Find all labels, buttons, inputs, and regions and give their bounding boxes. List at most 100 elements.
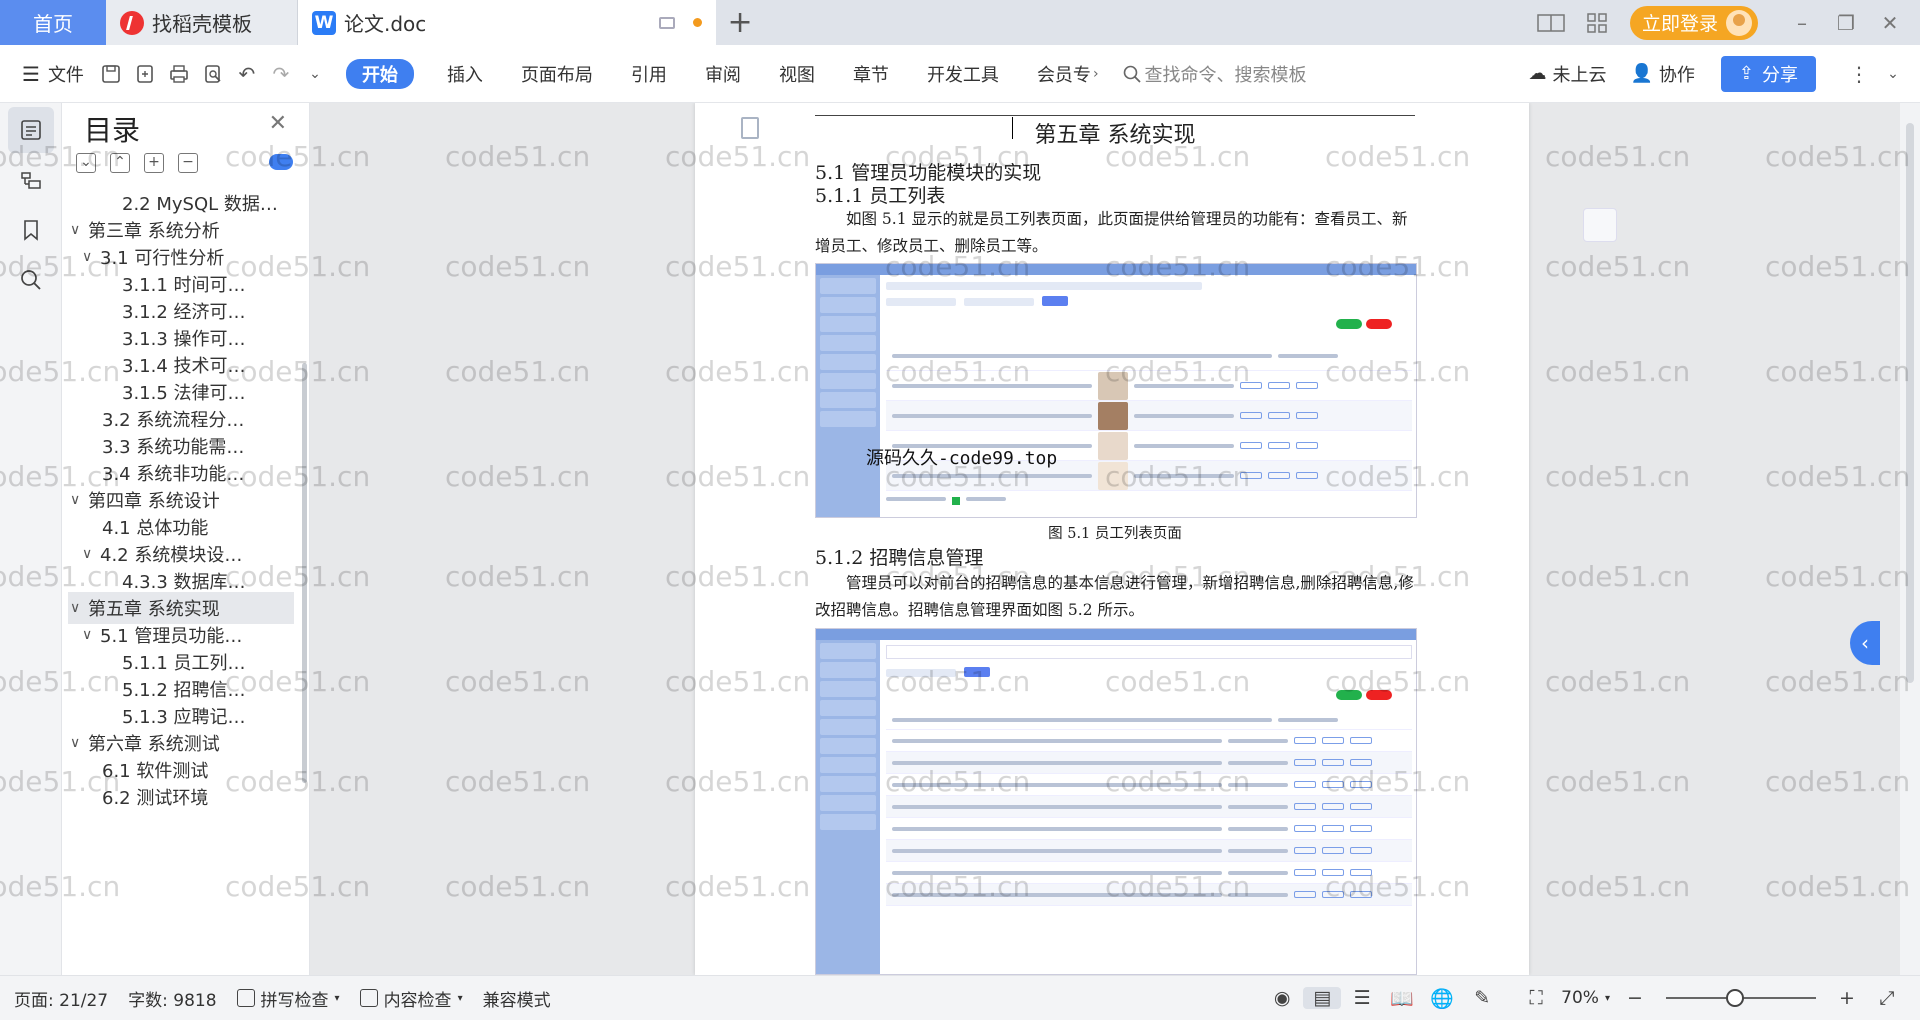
toc-icon bbox=[21, 120, 41, 140]
outline-view-icon[interactable]: ☰ bbox=[1343, 987, 1381, 1009]
new-tab-button[interactable]: + bbox=[716, 0, 764, 45]
restore-button[interactable]: ❐ bbox=[1824, 11, 1868, 35]
bookmark-panel-button[interactable] bbox=[8, 207, 54, 253]
file-menu[interactable]: ☰ 文件 bbox=[18, 61, 94, 87]
toc-scrollbar[interactable] bbox=[302, 363, 307, 783]
bookmark-icon bbox=[24, 220, 38, 241]
dropdown-arrow-icon: ▾ bbox=[457, 992, 463, 1004]
tab-start-label: 开始 bbox=[361, 64, 398, 86]
toc-item-label: 2.2 MySQL 数据… bbox=[122, 194, 278, 215]
tab-home-label: 首页 bbox=[33, 12, 73, 36]
customize-dropdown-icon[interactable]: ⌄ bbox=[298, 57, 332, 91]
pen-icon[interactable]: ✎ bbox=[1463, 987, 1501, 1009]
tab-start[interactable]: 开始 bbox=[345, 58, 414, 89]
app-grid-icon[interactable] bbox=[1574, 0, 1620, 45]
tab-section[interactable]: 章节 bbox=[834, 61, 908, 87]
print-preview-icon[interactable] bbox=[196, 57, 230, 91]
minimize-button[interactable]: – bbox=[1780, 11, 1824, 35]
remove-heading-icon[interactable]: − bbox=[178, 153, 198, 173]
redo-icon[interactable]: ↷ bbox=[264, 57, 298, 91]
page-view-icon[interactable]: ▤ bbox=[1303, 987, 1342, 1009]
toc-list: 2.2 MySQL 数据… ∨ 第三章 系统分析 ∨ 3.1 可行性分析 3.1.1 时间… bbox=[68, 187, 294, 971]
monitor-icon[interactable] bbox=[659, 16, 675, 29]
tab-review-label: 审阅 bbox=[704, 64, 741, 86]
tab-references[interactable]: 引用 bbox=[612, 61, 686, 87]
login-button[interactable]: 立即登录 bbox=[1629, 5, 1758, 40]
login-label: 立即登录 bbox=[1641, 13, 1718, 35]
toc-item-label: 5.1 管理员功能… bbox=[100, 626, 243, 647]
vertical-scrollbar[interactable] bbox=[1900, 103, 1920, 975]
chevron-down-icon[interactable]: ∨ bbox=[82, 546, 100, 562]
fit-page-icon[interactable]: ⛶ bbox=[1517, 987, 1555, 1009]
zoom-dropdown[interactable]: 70% ▾ bbox=[1557, 988, 1614, 1008]
page-indicator-label: 页面: 21/27 bbox=[14, 990, 109, 1011]
outline-icon bbox=[21, 172, 41, 189]
zoom-out-icon[interactable]: − bbox=[1616, 987, 1654, 1009]
scrollbar-thumb[interactable] bbox=[1906, 123, 1914, 683]
page-indicator[interactable]: 页面: 21/27 bbox=[0, 986, 118, 1011]
add-heading-icon[interactable]: + bbox=[144, 153, 164, 173]
zoom-slider[interactable] bbox=[1666, 989, 1816, 1007]
toc-item-label: 5.1.3 应聘记… bbox=[122, 707, 246, 728]
document-page[interactable]: 第五章 系统实现 5.1 管理员功能模块的实现 5.1.1 员工列表 如图 5.… bbox=[695, 103, 1529, 975]
tab-developer[interactable]: 开发工具 bbox=[908, 61, 1018, 87]
chevron-down-icon[interactable]: ∨ bbox=[70, 735, 88, 751]
more-options-icon[interactable]: ⋮ bbox=[1842, 57, 1876, 91]
toc-item[interactable]: 6.2 测试环境 bbox=[68, 781, 294, 813]
collapse-all-icon[interactable]: ⌃ bbox=[110, 153, 130, 173]
command-search[interactable]: 查找命令、搜索模板 bbox=[1123, 61, 1307, 87]
chevron-down-icon[interactable]: ∨ bbox=[70, 222, 88, 238]
find-panel-button[interactable] bbox=[8, 257, 54, 303]
cloud-status[interactable]: ☁ 未上云 bbox=[1516, 61, 1618, 87]
chevron-down-icon[interactable]: ∨ bbox=[82, 627, 100, 643]
tab-home[interactable]: 首页 bbox=[0, 0, 106, 45]
chevron-down-icon[interactable]: ∨ bbox=[70, 492, 88, 508]
reading-layout-icon[interactable] bbox=[1528, 0, 1574, 45]
toc-panel-button[interactable] bbox=[8, 107, 54, 153]
content-check-button[interactable]: 内容检查 ▾ bbox=[350, 986, 473, 1011]
tab-member-label: 会员专 bbox=[1036, 64, 1091, 86]
smart-toolbar-button[interactable] bbox=[1583, 208, 1617, 242]
close-button[interactable]: ✕ bbox=[1868, 11, 1912, 35]
close-icon[interactable]: ✕ bbox=[269, 111, 287, 136]
collab-button[interactable]: 👤 协作 bbox=[1618, 61, 1706, 87]
toc-item-label: 3.1.5 法律可… bbox=[122, 383, 246, 404]
cloud-status-label: 未上云 bbox=[1552, 64, 1607, 86]
spell-check-button[interactable]: 拼写检查 ▾ bbox=[227, 986, 350, 1011]
tab-member[interactable]: 会员专 › bbox=[1018, 61, 1103, 87]
save-icon[interactable] bbox=[94, 57, 128, 91]
web-view-icon[interactable]: 🌐 bbox=[1423, 987, 1461, 1010]
collapse-ribbon-icon[interactable]: ⌄ bbox=[1876, 57, 1910, 91]
share-button[interactable]: ⇪ 分享 bbox=[1720, 55, 1816, 92]
titlebar-right: 立即登录 – ❐ ✕ bbox=[1528, 0, 1920, 45]
undo-icon[interactable]: ↶ bbox=[230, 57, 264, 91]
side-panel-handle[interactable]: ‹ bbox=[1850, 621, 1880, 665]
tab-daoke-templates[interactable]: 找稻壳模板 bbox=[106, 0, 298, 45]
compat-mode-label: 兼容模式 bbox=[482, 990, 551, 1011]
tab-view[interactable]: 视图 bbox=[760, 61, 834, 87]
tab-insert[interactable]: 插入 bbox=[428, 61, 502, 87]
toc-sync-toggle[interactable] bbox=[269, 154, 293, 170]
chevron-down-icon[interactable]: ∨ bbox=[82, 249, 100, 265]
zoom-in-icon[interactable]: + bbox=[1828, 987, 1866, 1009]
fullscreen-icon[interactable]: ⤢ bbox=[1868, 987, 1906, 1009]
reading-view-icon[interactable]: 📖 bbox=[1383, 987, 1421, 1010]
expand-all-icon[interactable]: ⌄ bbox=[76, 153, 96, 173]
toc-item-label: 第三章 系统分析 bbox=[88, 221, 220, 242]
tab-page-layout[interactable]: 页面布局 bbox=[502, 61, 612, 87]
page-options-icon[interactable] bbox=[741, 117, 759, 139]
eye-protection-icon[interactable]: ◉ bbox=[1263, 987, 1301, 1009]
word-count[interactable]: 字数: 9818 bbox=[118, 986, 226, 1011]
navigation-panel-button[interactable] bbox=[8, 157, 54, 203]
wps-writer-window: 首页 找稻壳模板 W 论文.doc + 立即登录 – ❐ ✕ ☰ 文件 ↶ ↷ … bbox=[0, 0, 1920, 1020]
chevron-down-icon[interactable]: ∨ bbox=[70, 600, 88, 616]
export-pdf-icon[interactable] bbox=[128, 57, 162, 91]
zoom-slider-knob[interactable] bbox=[1726, 989, 1744, 1007]
tab-document[interactable]: W 论文.doc bbox=[298, 0, 716, 45]
search-icon bbox=[21, 270, 41, 290]
tab-review[interactable]: 审阅 bbox=[686, 61, 760, 87]
ribbon-toolbar: ☰ 文件 ↶ ↷ ⌄ 开始 插入 页面布局 引用 审阅 视图 章节 开发工具 会… bbox=[0, 45, 1920, 103]
daoke-logo-icon bbox=[120, 10, 144, 35]
print-icon[interactable] bbox=[162, 57, 196, 91]
header-rule bbox=[815, 115, 1415, 116]
